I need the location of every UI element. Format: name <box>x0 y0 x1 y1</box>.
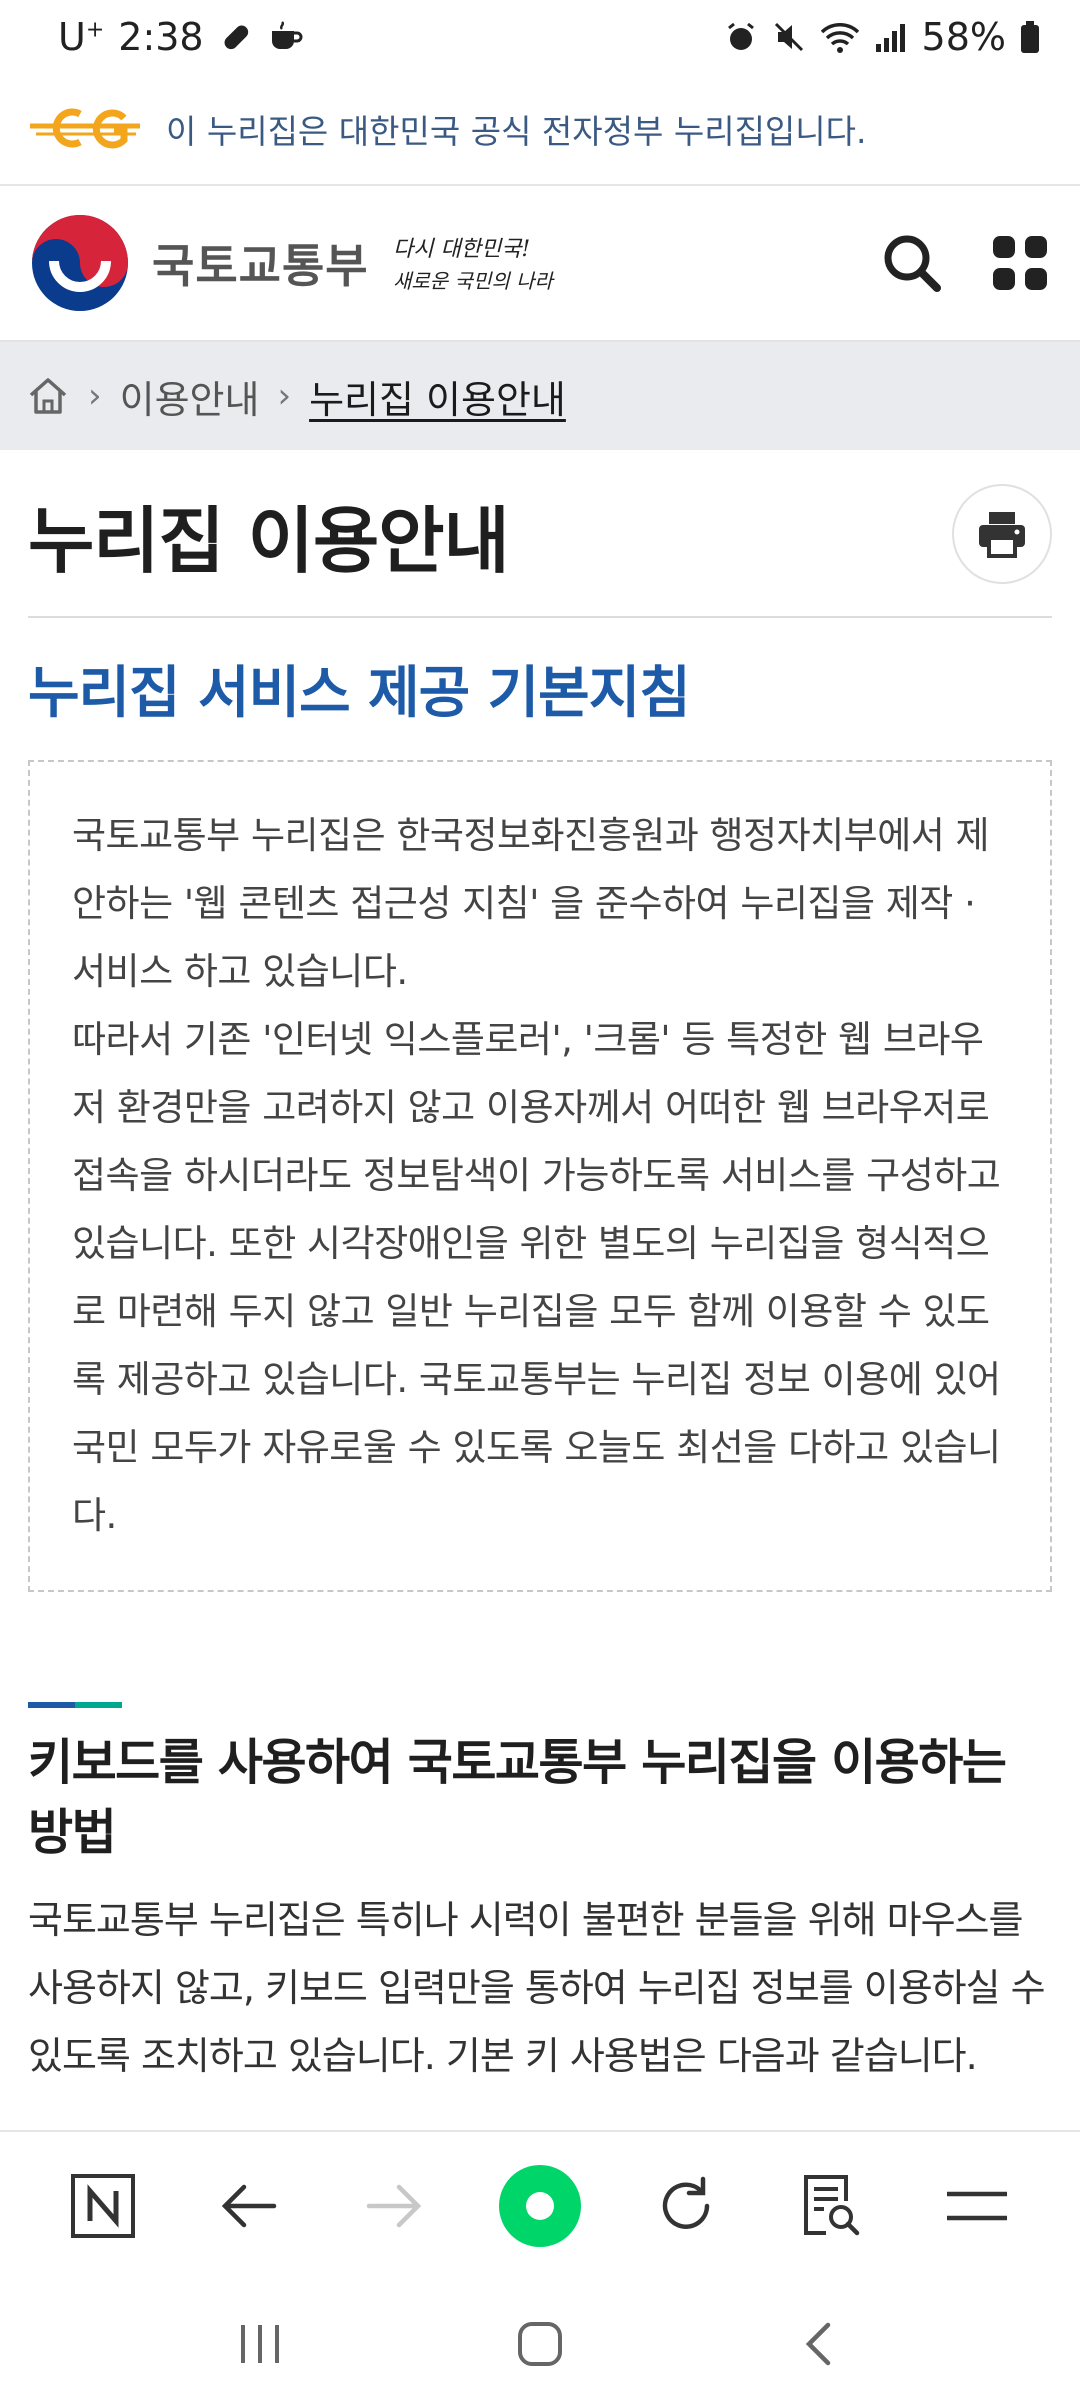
status-right: 58% <box>724 15 1040 59</box>
battery-percent: 58% <box>921 15 1006 59</box>
all-menu-button[interactable] <box>988 231 1052 295</box>
page-title: 누리집 이용안내 <box>28 498 510 583</box>
notice-paragraph: 국토교통부 누리집은 한국정보화진흥원과 행정자치부에서 제안하는 '웹 콘텐츠… <box>72 814 990 993</box>
naver-home-icon <box>70 2174 135 2238</box>
slogan-calligraphy: 다시 대한민국! 새로운 국민의 나라 <box>393 237 556 293</box>
search-button[interactable] <box>880 231 944 295</box>
recent-apps-icon[interactable] <box>235 2321 285 2367</box>
green-dot-button[interactable] <box>495 2161 585 2251</box>
wifi-icon <box>820 23 859 53</box>
breadcrumb-item-guide[interactable]: 이용안내 <box>120 369 260 424</box>
system-nav-bar <box>0 2280 1080 2408</box>
notice-paragraph: 따라서 기존 '인터넷 익스플로러', '크롬' 등 특정한 웹 브라우저 환경… <box>72 1018 1001 1537</box>
slogan-line-1: 다시 대한민국! <box>393 237 530 262</box>
breadcrumb-separator: › <box>88 376 102 416</box>
home-circle-icon[interactable] <box>515 2319 565 2369</box>
page-search-button[interactable] <box>786 2161 876 2251</box>
browser-toolbar <box>0 2130 1080 2280</box>
ministry-name[interactable]: 국토교통부 <box>152 230 369 296</box>
breadcrumb: › 이용안내 › 누리집 이용안내 <box>0 342 1080 450</box>
pill-icon <box>224 25 248 50</box>
refresh-button[interactable] <box>641 2161 731 2251</box>
printer-icon <box>979 512 1025 558</box>
keyboard-heading: 키보드를 사용하여 국토교통부 누리집을 이용하는 방법 <box>28 1734 1007 1861</box>
section-title: 누리집 서비스 제공 기본지침 <box>28 661 691 726</box>
carrier-text: U <box>58 15 86 59</box>
status-bar: U+ 2:38 58% <box>0 0 1080 74</box>
gov-banner-text: 이 누리집은 대한민국 공식 전자정부 누리집입니다. <box>166 112 867 151</box>
alarm-icon <box>727 22 754 50</box>
home-icon[interactable] <box>26 374 70 418</box>
signal-icon <box>875 24 905 52</box>
gov-official-banner: 이 누리집은 대한민국 공식 전자정부 누리집입니다. <box>0 74 1080 186</box>
heading-accent-bar <box>28 1702 122 1708</box>
forward-button[interactable] <box>349 2161 439 2251</box>
site-header: 국토교통부 다시 대한민국! 새로운 국민의 나라 <box>0 186 1080 342</box>
back-chevron-icon[interactable] <box>795 2319 845 2369</box>
refresh-icon <box>662 2176 709 2229</box>
print-button[interactable] <box>952 484 1052 584</box>
back-button[interactable] <box>204 2161 294 2251</box>
status-left: U+ 2:38 <box>58 15 304 59</box>
clock: 2:38 <box>118 15 204 59</box>
keyboard-description: 국토교통부 누리집은 특히나 시력이 불편한 분들을 위해 마우스를 사용하지 … <box>28 1898 1046 2078</box>
slogan-line-2: 새로운 국민의 나라 <box>393 269 556 293</box>
hamburger-menu-icon <box>947 2191 1008 2221</box>
page-search-icon <box>804 2175 860 2236</box>
forward-arrow-icon <box>367 2184 422 2228</box>
carrier-sup: + <box>85 17 105 43</box>
egov-logo <box>30 108 140 149</box>
coffee-icon <box>271 21 303 49</box>
breadcrumb-separator: › <box>277 376 292 416</box>
carrier-label: U+ <box>58 15 104 59</box>
page-title-row: 누리집 이용안내 <box>28 452 1052 618</box>
notice-box: 국토교통부 누리집은 한국정보화진흥원과 행정자치부에서 제안하는 '웹 콘텐츠… <box>28 760 1052 1592</box>
taegeuk-logo[interactable] <box>28 211 132 315</box>
breadcrumb-item-current[interactable]: 누리집 이용안내 <box>309 369 566 424</box>
green-dot-icon <box>498 2165 581 2247</box>
browser-menu-button[interactable] <box>932 2161 1022 2251</box>
battery-icon <box>1021 21 1039 53</box>
mute-icon <box>774 22 803 52</box>
back-arrow-icon <box>221 2184 276 2228</box>
search-icon <box>884 235 941 292</box>
header-actions <box>880 231 1052 295</box>
naver-home-button[interactable] <box>58 2161 148 2251</box>
grid-menu-icon <box>993 236 1047 290</box>
